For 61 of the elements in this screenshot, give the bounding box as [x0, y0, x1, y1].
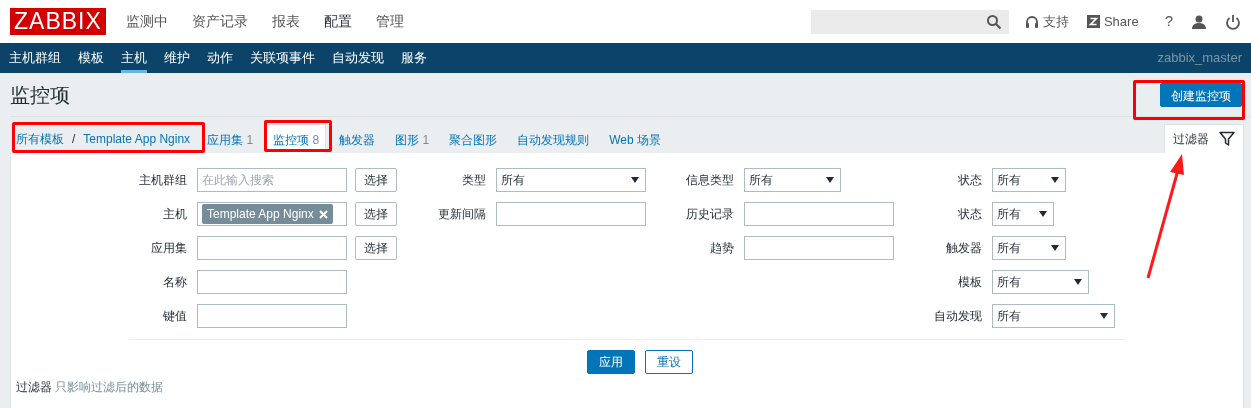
menu-item[interactable]: 管理	[375, 11, 404, 32]
multiselect-field[interactable]: 在此输入搜索	[197, 168, 347, 192]
select-button[interactable]: 选择	[355, 168, 397, 192]
field-label: 历史记录	[685, 206, 734, 223]
field-label: 触发器	[945, 240, 982, 257]
host-tag: Template App Nginx	[202, 204, 333, 224]
field-label: 模板	[957, 274, 982, 291]
dropdown[interactable]: 所有	[992, 202, 1054, 226]
breadcrumb-separator: /	[72, 131, 76, 147]
nav-item[interactable]: 主机群组	[9, 43, 61, 73]
field-label: 名称	[162, 274, 187, 291]
help-link[interactable]: ?	[1164, 10, 1173, 33]
tab[interactable]: 自动发现规则	[510, 124, 597, 153]
field-label: 信息类型	[685, 172, 734, 189]
nav-item[interactable]: 主机	[121, 43, 147, 73]
filter-note: 过滤器 只影响过滤后的数据	[16, 379, 165, 396]
nav-item[interactable]: 自动发现	[332, 43, 384, 73]
nav-item[interactable]: 动作	[207, 43, 233, 73]
breadcrumb-link[interactable]: Template App Nginx	[83, 130, 191, 147]
dropdown[interactable]: 所有	[992, 168, 1066, 192]
tab[interactable]: 图形 1	[388, 124, 437, 153]
menu-item[interactable]: 资产记录	[191, 11, 248, 32]
select-button[interactable]: 选择	[355, 202, 397, 226]
menu-item[interactable]: 监测中	[125, 11, 168, 32]
nav-item[interactable]: 维护	[164, 43, 190, 73]
share-link[interactable]: Share	[1103, 11, 1139, 32]
field-label: 应用集	[150, 240, 187, 257]
dropdown[interactable]: 所有	[744, 168, 841, 192]
field-label: 状态	[957, 172, 982, 189]
tab[interactable]: Web 场景	[602, 124, 668, 153]
create-button[interactable]: 创建监控项	[1160, 83, 1242, 107]
field-label: 类型	[461, 172, 486, 189]
field-label: 自动发现	[933, 308, 982, 325]
logo[interactable]: ZABBIX	[10, 8, 106, 35]
nav-item[interactable]: 服务	[401, 43, 427, 73]
support-link[interactable]: 支持	[1042, 11, 1069, 32]
apply-button[interactable]: 应用	[586, 350, 635, 374]
dropdown[interactable]: 所有	[496, 168, 646, 192]
page-title: 监控项	[10, 83, 70, 107]
tab[interactable]: 触发器	[332, 124, 383, 153]
dropdown[interactable]: 所有	[992, 304, 1115, 328]
menu-item[interactable]: 报表	[271, 11, 300, 32]
tab[interactable]: 应用集 1	[200, 124, 261, 153]
dropdown[interactable]: 所有	[992, 236, 1066, 260]
filter-tab[interactable]: 过滤器	[1164, 124, 1244, 153]
nav-item[interactable]: 关联项事件	[250, 43, 315, 73]
nav-item[interactable]: 模板	[78, 43, 104, 73]
field-label: 更新间隔	[437, 206, 486, 223]
field-label: 状态	[957, 206, 982, 223]
field-label: 趋势	[709, 240, 734, 257]
menu-item[interactable]: 配置	[323, 11, 352, 32]
field-label: 主机	[162, 206, 187, 223]
field-label: 键值	[162, 308, 187, 325]
select-button[interactable]: 选择	[355, 236, 397, 260]
tab[interactable]: 监控项 8	[266, 124, 327, 153]
field-label: 主机群组	[138, 172, 187, 189]
dropdown[interactable]: 所有	[992, 270, 1089, 294]
tab[interactable]: 聚合图形	[442, 124, 505, 153]
reset-button[interactable]: 重设	[644, 350, 693, 374]
breadcrumb-link[interactable]: 所有模板	[16, 130, 64, 147]
user-name: zabbix_master	[1157, 49, 1242, 68]
